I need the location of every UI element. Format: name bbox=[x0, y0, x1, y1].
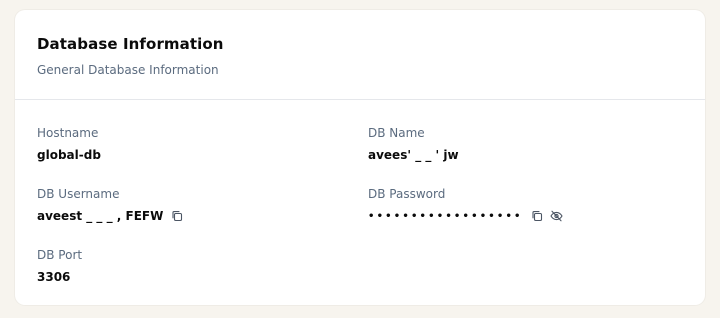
db-password-value: •••••••••••••••••• bbox=[368, 210, 523, 222]
db-password-label: DB Password bbox=[368, 187, 446, 201]
db-port-label: DB Port bbox=[37, 248, 83, 262]
db-name-value: avees' _ _ ' jw bbox=[368, 148, 459, 162]
db-username-field: DB Username aveest _ _ _ , FEFW bbox=[37, 187, 337, 224]
hostname-value: global-db bbox=[37, 148, 101, 162]
db-port-value: 3306 bbox=[37, 270, 71, 284]
copy-icon[interactable] bbox=[530, 209, 544, 223]
hostname-field: Hostname global-db bbox=[37, 126, 337, 163]
page-subtitle: General Database Information bbox=[37, 63, 219, 77]
db-username-value: aveest _ _ _ , FEFW bbox=[37, 209, 164, 223]
db-port-field: DB Port 3306 bbox=[37, 248, 337, 285]
db-name-field: DB Name avees' _ _ ' jw bbox=[368, 126, 668, 163]
page-title: Database Information bbox=[37, 35, 224, 53]
db-name-label: DB Name bbox=[368, 126, 425, 140]
hostname-label: Hostname bbox=[37, 126, 99, 140]
database-info-card: Database Information General Database In… bbox=[15, 10, 705, 305]
card-header: Database Information General Database In… bbox=[15, 10, 705, 100]
eye-off-icon[interactable] bbox=[550, 209, 564, 223]
db-password-field: DB Password •••••••••••••••••• bbox=[368, 187, 668, 224]
copy-icon[interactable] bbox=[170, 209, 184, 223]
db-username-label: DB Username bbox=[37, 187, 120, 201]
